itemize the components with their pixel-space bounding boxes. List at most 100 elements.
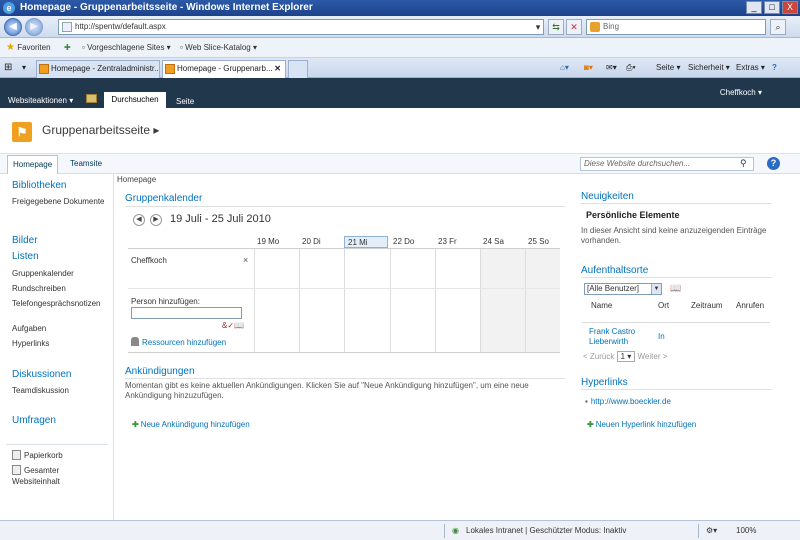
nav-umfragen[interactable]: Umfragen — [12, 415, 56, 426]
nav-aufgaben[interactable]: Aufgaben — [12, 323, 108, 334]
favorites-button[interactable]: ★ Favoriten — [6, 38, 51, 58]
forward-button[interactable]: ▶ — [25, 18, 43, 36]
nav-rundschreiben[interactable]: Rundschreiben — [12, 283, 108, 294]
calendar-prev-icon[interactable]: ◀ — [133, 214, 145, 226]
announcements-title[interactable]: Ankündigungen — [125, 366, 195, 377]
url-dropdown-icon[interactable]: ▾ — [532, 20, 544, 34]
whereabouts-row-name[interactable]: Frank Castro Lieberwirth — [589, 327, 651, 347]
url-field[interactable]: http://spentw/default.aspx — [58, 19, 544, 35]
add-hyperlink-link[interactable]: ✚ Neuen Hyperlink hinzufügen — [587, 420, 696, 429]
whereabouts-title[interactable]: Aufenthaltsorte — [581, 265, 648, 276]
protected-mode-icon[interactable]: ⚙▾ — [706, 521, 717, 540]
add-resources-link[interactable]: Ressourcen hinzufügen — [131, 337, 226, 347]
site-search-input[interactable]: Diese Website durchsuchen... — [580, 157, 754, 171]
nav-listen[interactable]: Listen — [12, 251, 39, 262]
day-header[interactable]: 23 Fr — [435, 236, 479, 248]
day-header[interactable]: 19 Mo — [254, 236, 298, 248]
close-tab-icon[interactable]: ✕ — [274, 61, 281, 77]
address-book-icon[interactable]: 📖 — [670, 283, 681, 294]
tab-zentraladministration[interactable]: Homepage - Zentraladministr... — [36, 60, 160, 78]
tab-gruppenarbeitsseite[interactable]: Homepage - Gruppenarb... ✕ — [162, 60, 286, 78]
add-favorite-icon[interactable]: ✚ — [64, 38, 71, 58]
tab-list-icon[interactable]: ▾ — [22, 58, 26, 78]
nav-diskussionen[interactable]: Diskussionen — [12, 369, 71, 380]
zoom-level[interactable]: 100% — [736, 521, 756, 540]
pager-prev[interactable]: < Zurück — [583, 352, 614, 361]
check-names-icon[interactable]: &✓📖 — [222, 321, 244, 330]
site-logo-icon: ⚑ — [12, 122, 32, 142]
day-header[interactable]: 24 Sa — [480, 236, 524, 248]
nav-gruppenkalender[interactable]: Gruppenkalender — [12, 268, 108, 279]
nav-gesamter-websiteinhalt[interactable]: Gesamter Websiteinhalt — [12, 465, 82, 487]
calendar-title[interactable]: Gruppenkalender — [125, 193, 202, 204]
news-title[interactable]: Neuigkeiten — [581, 191, 634, 202]
nav-hyperlinks[interactable]: Hyperlinks — [12, 338, 108, 349]
search-input[interactable]: Bing — [586, 19, 766, 35]
back-button[interactable]: ◀ — [4, 18, 22, 36]
web-slice-button[interactable]: ▫ Web Slice-Katalog ▾ — [180, 38, 257, 58]
mail-icon[interactable]: ✉▾ — [606, 58, 617, 78]
column-ort[interactable]: Ort — [658, 301, 669, 310]
bullet-icon: ▪ — [585, 397, 588, 406]
suggested-sites-button[interactable]: ▫ Vorgeschlagene Sites ▾ — [82, 38, 171, 58]
home-icon[interactable]: ⌂▾ — [560, 58, 569, 78]
nav-teamdiskussion[interactable]: Teamdiskussion — [12, 385, 108, 396]
window-titlebar: e Homepage - Gruppenarbeitsseite - Windo… — [0, 0, 800, 16]
address-bar: ◀ ▶ http://spentw/default.aspx ▾ ⇆ ✕ Bin… — [0, 16, 800, 38]
user-filter-select[interactable]: [Alle Benutzer] ▼ — [584, 283, 662, 295]
page-menu[interactable]: Seite ▾ — [656, 58, 680, 78]
quick-tabs-icon[interactable]: ⊞ — [4, 58, 12, 78]
intranet-icon: ◉ — [452, 526, 459, 535]
nav-bibliotheken[interactable]: Bibliotheken — [12, 180, 66, 191]
calendar-next-icon[interactable]: ▶ — [150, 214, 162, 226]
site-actions-menu[interactable]: Websiteaktionen ▾ — [8, 96, 73, 105]
stop-button[interactable]: ✕ — [566, 19, 582, 35]
breadcrumb: Homepage — [117, 175, 157, 184]
day-header[interactable]: 25 So — [525, 236, 560, 248]
user-menu[interactable]: Cheffkoch ▾ — [720, 88, 762, 97]
rss-icon[interactable]: ◙▾ — [584, 58, 593, 78]
maximize-button[interactable]: □ — [764, 1, 780, 14]
nav-homepage[interactable]: Homepage — [7, 155, 59, 174]
hyperlinks-underline — [581, 389, 771, 390]
add-announcement-link[interactable]: ✚ Neue Ankündigung hinzufügen — [132, 420, 250, 429]
remove-person-icon[interactable]: × — [243, 255, 248, 265]
refresh-button[interactable]: ⇆ — [548, 19, 564, 35]
navigate-up-icon[interactable] — [86, 94, 97, 103]
sharepoint-ribbon: Websiteaktionen ▾ Durchsuchen Seite Chef… — [0, 78, 800, 108]
day-header[interactable]: 22 Do — [390, 236, 434, 248]
add-person-input[interactable] — [131, 307, 242, 319]
hyperlinks-title[interactable]: Hyperlinks — [581, 377, 628, 388]
close-button[interactable]: X — [782, 1, 798, 14]
help-icon[interactable]: ? — [767, 157, 780, 170]
safety-menu[interactable]: Sicherheit ▾ — [688, 58, 730, 78]
nav-freigegebene-dokumente[interactable]: Freigegebene Dokumente — [12, 196, 108, 207]
hyperlink-item[interactable]: ▪ http://www.boeckler.de — [585, 397, 671, 406]
minimize-button[interactable]: _ — [746, 1, 762, 14]
new-tab-button[interactable] — [288, 60, 308, 78]
column-zeitraum[interactable]: Zeitraum — [691, 301, 723, 310]
search-button[interactable]: ⌕ — [770, 19, 786, 35]
day-header[interactable]: 20 Di — [299, 236, 343, 248]
browse-tab[interactable]: Durchsuchen — [104, 92, 166, 108]
quick-launch: Bibliotheken Freigegebene Dokumente Bild… — [0, 174, 114, 520]
page-tab[interactable]: Seite — [176, 97, 194, 106]
column-name[interactable]: Name — [591, 301, 612, 310]
nav-telefongespraechsnotizen[interactable]: Telefongesprächsnotizen — [12, 298, 108, 309]
pager-page-select[interactable]: 1 ▾ — [616, 351, 636, 362]
site-title[interactable]: Gruppenarbeitsseite ▸ — [42, 123, 159, 137]
nav-papierkorb[interactable]: Papierkorb — [12, 450, 108, 461]
personal-items-heading: Persönliche Elemente — [586, 210, 680, 220]
nav-bilder[interactable]: Bilder — [12, 235, 38, 246]
extras-menu[interactable]: Extras ▾ — [736, 58, 765, 78]
whereabouts-row-place: In — [658, 332, 665, 341]
chevron-down-icon: ▼ — [651, 284, 661, 294]
search-icon[interactable]: ⚲ — [740, 158, 747, 169]
day-header-today[interactable]: 21 Mi — [344, 236, 388, 248]
column-anrufen[interactable]: Anrufen — [736, 301, 764, 310]
page-icon — [62, 22, 72, 32]
help-menu-icon[interactable]: ? — [772, 58, 777, 78]
pager-next[interactable]: Weiter > — [638, 352, 668, 361]
print-icon[interactable]: ⎙▾ — [626, 58, 636, 78]
nav-teamsite[interactable]: Teamsite — [70, 154, 102, 174]
